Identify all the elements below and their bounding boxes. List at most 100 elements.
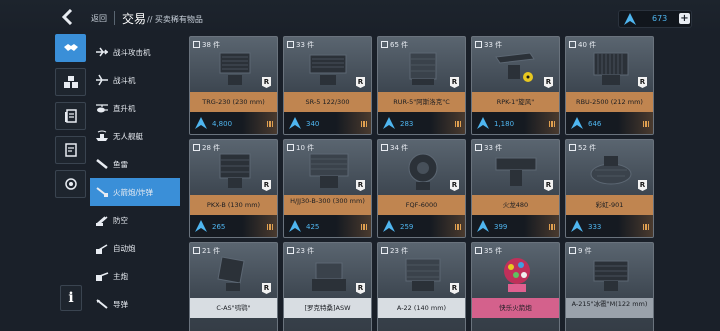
- drone-boat-icon: [96, 130, 108, 141]
- inventory-icon: [569, 144, 576, 151]
- inventory-icon: [381, 247, 388, 254]
- item-price: 283: [400, 120, 414, 128]
- weapon-image: [409, 52, 437, 85]
- item-card[interactable]: 38 件 R TRG-230 (230 mm) 4,800: [189, 36, 278, 135]
- item-card[interactable]: 33 件 R 火龙480 399: [471, 139, 560, 238]
- item-name-band: [罗克特桑]ASW: [284, 298, 371, 318]
- item-name: 火龙480: [502, 201, 529, 209]
- item-card[interactable]: 65 件 R RUR-5"阿斯洛克"C 283: [377, 36, 466, 135]
- category-label: 火箭炮/炸弹: [113, 188, 154, 197]
- currency-icon: [195, 117, 207, 129]
- inventory-icon: [381, 144, 388, 151]
- price-bar: 333: [566, 215, 653, 237]
- price-bar: 4,800: [190, 112, 277, 134]
- price-bar: 265: [190, 215, 277, 237]
- item-grid: 38 件 R TRG-230 (230 mm) 4,800 33 件 R SR-…: [189, 36, 654, 331]
- item-card[interactable]: 33 件 R SR-5 122/300 340: [283, 36, 372, 135]
- currency-icon: [571, 220, 583, 232]
- category-item-rocket-launcher[interactable]: 火箭炮/炸弹: [90, 178, 180, 206]
- category-item-helicopter[interactable]: 直升机: [90, 94, 180, 122]
- inventory-icon: [569, 247, 576, 254]
- category-label: 战斗机: [113, 76, 136, 85]
- category-item-autocannon[interactable]: 自动炮: [90, 234, 180, 262]
- currency-icon: [477, 220, 489, 232]
- weapon-image: [219, 52, 251, 85]
- item-price: 425: [306, 223, 320, 231]
- item-card[interactable]: 21 件 R C-AS"鸮鹗": [189, 242, 278, 331]
- rarity-badge: R: [262, 77, 271, 88]
- item-card[interactable]: 35 件 快乐火箭炮: [471, 242, 560, 331]
- weapon-image: [408, 153, 438, 190]
- item-card[interactable]: 9 件 A-215"冰雹"M(122 mm): [565, 242, 654, 331]
- category-item-main-gun[interactable]: 主炮: [90, 262, 180, 290]
- refresh-icon[interactable]: [55, 170, 86, 198]
- back-chevron-icon[interactable]: [61, 8, 79, 27]
- price-bar: 340: [284, 112, 371, 134]
- inventory-icon: [287, 247, 294, 254]
- back-button[interactable]: 返回: [91, 13, 107, 24]
- item-card[interactable]: 23 件 R A-22 (140 mm): [377, 242, 466, 331]
- item-name-band: 火龙480: [472, 195, 559, 215]
- category-item-anti-air[interactable]: 防空: [90, 206, 180, 234]
- item-name-band: TRG-230 (230 mm): [190, 92, 277, 112]
- category-list: 战斗攻击机 战斗机 直升机 无人舰艇 鱼雷 火箭炮/炸弹 防空 自动炮 主炮 导…: [90, 38, 180, 331]
- category-item-drone-boat[interactable]: 无人舰艇: [90, 122, 180, 150]
- category-item-torpedo[interactable]: 鱼雷: [90, 150, 180, 178]
- item-card[interactable]: 23 件 R [罗克特桑]ASW: [283, 242, 372, 331]
- price-bar: 399: [472, 215, 559, 237]
- rarity-bars-icon: [642, 121, 649, 127]
- item-name: [罗克特桑]ASW: [304, 304, 351, 312]
- category-item-attack-jet[interactable]: 战斗攻击机: [90, 38, 180, 66]
- item-card[interactable]: 33 件 R RPK-1"旋风" 1,180: [471, 36, 560, 135]
- item-name: TRG-230 (230 mm): [202, 98, 265, 106]
- add-currency-button[interactable]: +: [679, 13, 690, 24]
- item-name-band: 快乐火箭炮: [472, 298, 559, 318]
- item-name: A-215"冰雹"M(122 mm): [571, 300, 648, 308]
- inventory-icon: [475, 247, 482, 254]
- info-button[interactable]: i: [60, 285, 82, 311]
- category-label: 防空: [113, 216, 128, 225]
- item-price: 399: [494, 223, 508, 231]
- inventory-icon: [193, 247, 200, 254]
- documents-icon[interactable]: [55, 102, 86, 130]
- helicopter-icon: [96, 104, 108, 113]
- attack-jet-icon: [96, 47, 109, 57]
- weapon-image: [309, 153, 349, 188]
- weapon-image: [495, 157, 537, 186]
- item-card[interactable]: 40 件 R RBU-2500 (212 mm) 646: [565, 36, 654, 135]
- anti-air-icon: [96, 216, 108, 226]
- item-name-band: 彩虹-901: [566, 195, 653, 215]
- weapon-image: [495, 52, 535, 82]
- item-card[interactable]: 34 件 R FQF-6000 259: [377, 139, 466, 238]
- item-card[interactable]: 28 件 R PKX-B (130 mm) 265: [189, 139, 278, 238]
- item-card[interactable]: 10 件 R H/JJ30-B-300 (300 mm) 425: [283, 139, 372, 238]
- price-bar: 283: [378, 112, 465, 134]
- quest-icon[interactable]: [55, 136, 86, 164]
- category-item-missile[interactable]: 导弹: [90, 290, 180, 318]
- rarity-badge: R: [356, 283, 365, 294]
- crates-icon[interactable]: [55, 68, 86, 96]
- item-card[interactable]: 52 件 R 彩虹-901 333: [565, 139, 654, 238]
- handshake-icon[interactable]: [55, 34, 86, 62]
- inventory-icon: [287, 41, 294, 48]
- rarity-badge: R: [450, 283, 459, 294]
- rarity-bars-icon: [454, 224, 461, 230]
- weapon-image: [312, 262, 346, 291]
- item-name: H/JJ30-B-300 (300 mm): [290, 197, 365, 205]
- fighter-jet-icon: [96, 74, 108, 86]
- item-price: 259: [400, 223, 414, 231]
- rarity-badge: R: [638, 77, 647, 88]
- item-name-band: RPK-1"旋风": [472, 92, 559, 112]
- item-name: PKX-B (130 mm): [206, 201, 261, 209]
- item-name: 彩虹-901: [595, 201, 624, 209]
- rarity-badge: R: [450, 180, 459, 191]
- inventory-icon: [569, 41, 576, 48]
- category-item-fighter-jet[interactable]: 战斗机: [90, 66, 180, 94]
- item-name: FQF-6000: [405, 201, 438, 209]
- rarity-badge: R: [450, 77, 459, 88]
- rarity-badge: R: [356, 77, 365, 88]
- rarity-badge: R: [262, 180, 271, 191]
- autocannon-icon: [96, 244, 108, 254]
- inventory-icon: [381, 41, 388, 48]
- rarity-badge: R: [356, 180, 365, 191]
